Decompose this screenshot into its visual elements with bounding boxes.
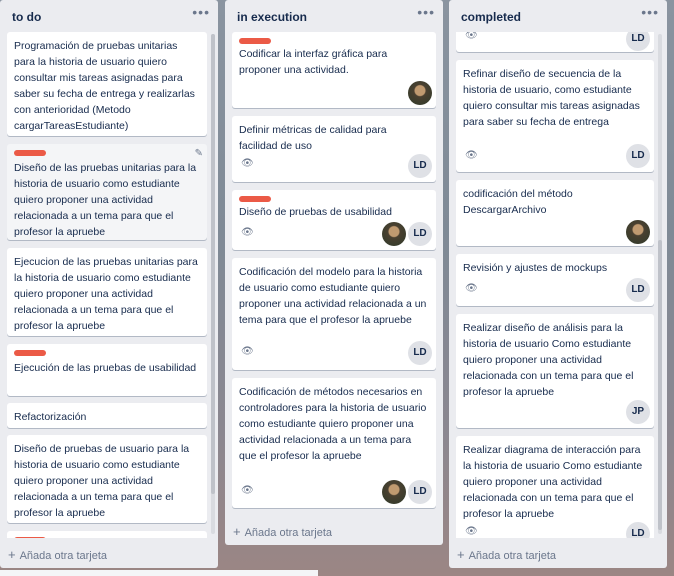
card-title: Refactorización xyxy=(14,411,87,423)
list-header: in execution ••• xyxy=(225,0,443,32)
card[interactable]: Ejecución de las pruebas de usabilidad xyxy=(7,344,207,396)
card-label[interactable] xyxy=(14,537,46,538)
list-menu-icon[interactable]: ••• xyxy=(192,4,210,20)
card-title: Codificar la interfaz gráfica para propo… xyxy=(239,48,388,76)
card-title: Codificación de métodos necesarios en co… xyxy=(239,386,427,462)
member-avatar[interactable]: LD xyxy=(626,144,650,168)
card[interactable]: Codificación del modelo para la historia… xyxy=(232,258,436,370)
card-title: Realizar diagrama de interacción para la… xyxy=(463,444,643,520)
plus-icon: + xyxy=(457,547,465,562)
card[interactable]: Realizar diagrama de interacción para la… xyxy=(456,436,654,538)
watch-eye-icon: 👁 xyxy=(465,283,478,294)
list-title[interactable]: completed xyxy=(461,10,521,24)
list-menu-icon[interactable]: ••• xyxy=(417,4,435,20)
watch-eye-icon: 👁 xyxy=(241,485,254,496)
card[interactable]: Realizar diseño de análisis para la hist… xyxy=(456,314,654,428)
card[interactable]: Diseño de pruebas de usabilidad 👁 LD xyxy=(232,190,436,250)
card-title: Diseño de pruebas de usuario para la his… xyxy=(14,443,190,519)
member-avatar[interactable] xyxy=(382,222,406,246)
watch-eye-icon: 👁 xyxy=(241,346,254,357)
card[interactable]: Codificación de métodos necesarios en co… xyxy=(232,378,436,508)
watch-eye-icon: 👁 xyxy=(241,158,254,169)
card-title: Diseño de pruebas de usabilidad xyxy=(239,206,392,218)
card[interactable]: Diseño de pruebas de usuario para la his… xyxy=(7,435,207,523)
watch-eye-icon: 👁 xyxy=(465,150,478,161)
card-title: Programación de pruebas unitarias para l… xyxy=(14,40,195,132)
card[interactable]: codificación del método DescargarArchivo xyxy=(456,180,654,246)
card[interactable]: Codificar la interfaz gráfica para propo… xyxy=(232,32,436,108)
scrollbar-thumb[interactable] xyxy=(211,34,215,494)
add-card-label: Añada otra tarjeta xyxy=(244,527,333,539)
card-title: codificación del método DescargarArchivo xyxy=(463,188,573,216)
add-card-button[interactable]: + Añada otra tarjeta xyxy=(233,524,332,539)
member-avatar[interactable] xyxy=(408,81,432,105)
list-header: to do ••• xyxy=(0,0,218,32)
scrollbar-thumb[interactable] xyxy=(658,240,662,530)
card-title: Refinar diseño de secuencia de la histor… xyxy=(463,68,640,128)
list-in-execution: in execution ••• Codificar la interfaz g… xyxy=(225,0,443,545)
member-avatar[interactable]: LD xyxy=(408,222,432,246)
horizontal-scrollbar[interactable] xyxy=(0,570,318,576)
add-card-label: Añada otra tarjeta xyxy=(19,550,108,562)
member-avatar[interactable]: LD xyxy=(408,154,432,178)
card-label[interactable] xyxy=(14,350,46,356)
card-title: Ejecución de las pruebas de usabilidad xyxy=(14,362,197,374)
list-header: completed ••• xyxy=(449,0,667,32)
card-title: Revisión y ajustes de mockups xyxy=(463,262,608,274)
list-completed: completed ••• 👁 LD Refinar diseño de sec… xyxy=(449,0,667,568)
edit-pencil-icon[interactable]: ✎ xyxy=(195,148,203,159)
list-menu-icon[interactable]: ••• xyxy=(641,4,659,20)
card-label[interactable] xyxy=(239,38,271,44)
card[interactable]: Refinar diseño de secuencia de la histor… xyxy=(456,60,654,172)
member-avatar[interactable]: LD xyxy=(408,480,432,504)
card[interactable]: Programación de pruebas unitarias para l… xyxy=(7,32,207,136)
card[interactable]: Refactorización xyxy=(7,403,207,428)
watch-eye-icon: 👁 xyxy=(465,526,478,537)
card[interactable]: Ejecucion de las pruebas unitarias para … xyxy=(7,248,207,336)
card-list: Programación de pruebas unitarias para l… xyxy=(7,32,207,538)
card[interactable] xyxy=(7,531,207,538)
member-avatar[interactable]: LD xyxy=(626,278,650,302)
card-label[interactable] xyxy=(14,150,46,156)
member-avatar[interactable]: JP xyxy=(626,400,650,424)
card-label[interactable] xyxy=(239,196,271,202)
member-avatar[interactable] xyxy=(382,480,406,504)
card[interactable]: Revisión y ajustes de mockups 👁 LD xyxy=(456,254,654,306)
plus-icon: + xyxy=(233,524,241,539)
member-avatar[interactable]: LD xyxy=(626,522,650,538)
watch-eye-icon: 👁 xyxy=(465,32,478,41)
list-title[interactable]: to do xyxy=(12,10,41,24)
list-title[interactable]: in execution xyxy=(237,10,307,24)
card[interactable]: ✎ Diseño de las pruebas unitarias para l… xyxy=(7,144,207,240)
card-title: Definir métricas de calidad para facilid… xyxy=(239,124,387,152)
add-card-button[interactable]: + Añada otra tarjeta xyxy=(8,547,107,562)
list-to-do: to do ••• Programación de pruebas unitar… xyxy=(0,0,218,568)
card-title: Realizar diseño de análisis para la hist… xyxy=(463,322,634,398)
card-list: Codificar la interfaz gráfica para propo… xyxy=(232,32,436,515)
card[interactable]: Definir métricas de calidad para facilid… xyxy=(232,116,436,182)
card-title: Ejecucion de las pruebas unitarias para … xyxy=(14,256,198,332)
card-title: Codificación del modelo para la historia… xyxy=(239,266,427,326)
member-avatar[interactable]: LD xyxy=(408,341,432,365)
card-list: 👁 LD Refinar diseño de secuencia de la h… xyxy=(456,32,654,538)
plus-icon: + xyxy=(8,547,16,562)
add-card-label: Añada otra tarjeta xyxy=(468,550,557,562)
member-avatar[interactable] xyxy=(626,220,650,244)
card-title: Diseño de las pruebas unitarias para la … xyxy=(14,162,197,238)
add-card-button[interactable]: + Añada otra tarjeta xyxy=(457,547,556,562)
card[interactable]: 👁 LD xyxy=(456,32,654,52)
watch-eye-icon: 👁 xyxy=(241,227,254,238)
member-avatar[interactable]: LD xyxy=(626,32,650,51)
